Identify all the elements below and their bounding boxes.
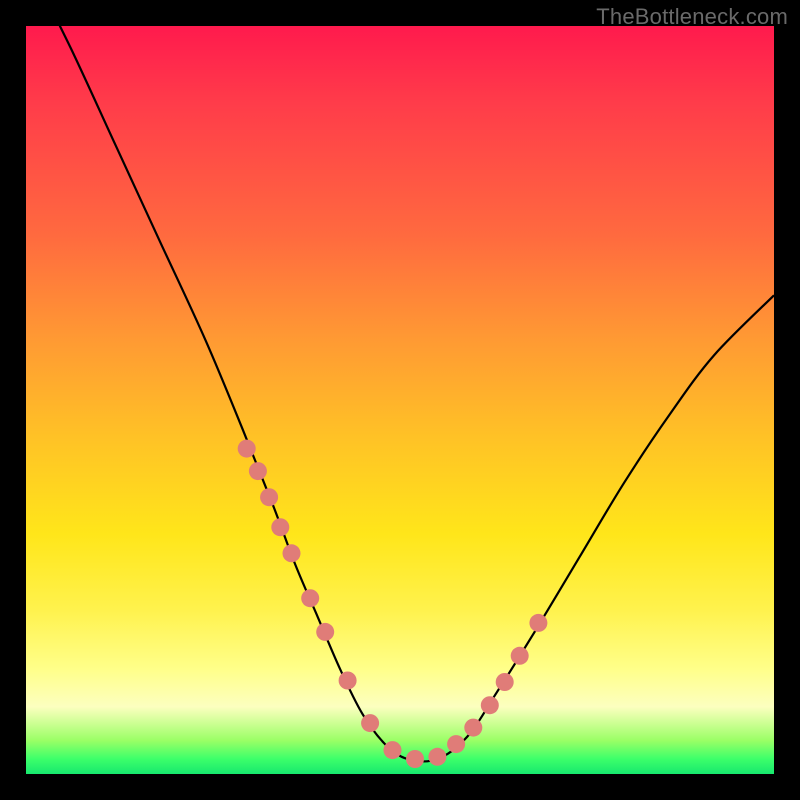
data-point <box>496 673 514 691</box>
chart-frame: TheBottleneck.com <box>0 0 800 800</box>
data-point <box>238 440 256 458</box>
data-point <box>316 623 334 641</box>
data-point <box>511 647 529 665</box>
data-point <box>406 750 424 768</box>
data-point <box>361 714 379 732</box>
data-point <box>529 614 547 632</box>
data-point <box>283 544 301 562</box>
data-point <box>260 488 278 506</box>
data-point <box>481 696 499 714</box>
data-point <box>339 672 357 690</box>
chart-plot-area <box>26 26 774 774</box>
data-point <box>447 735 465 753</box>
bottleneck-curve <box>26 26 774 774</box>
data-point <box>384 741 402 759</box>
data-point <box>428 748 446 766</box>
data-point <box>249 462 267 480</box>
data-point <box>271 518 289 536</box>
data-point <box>464 719 482 737</box>
data-point <box>301 589 319 607</box>
